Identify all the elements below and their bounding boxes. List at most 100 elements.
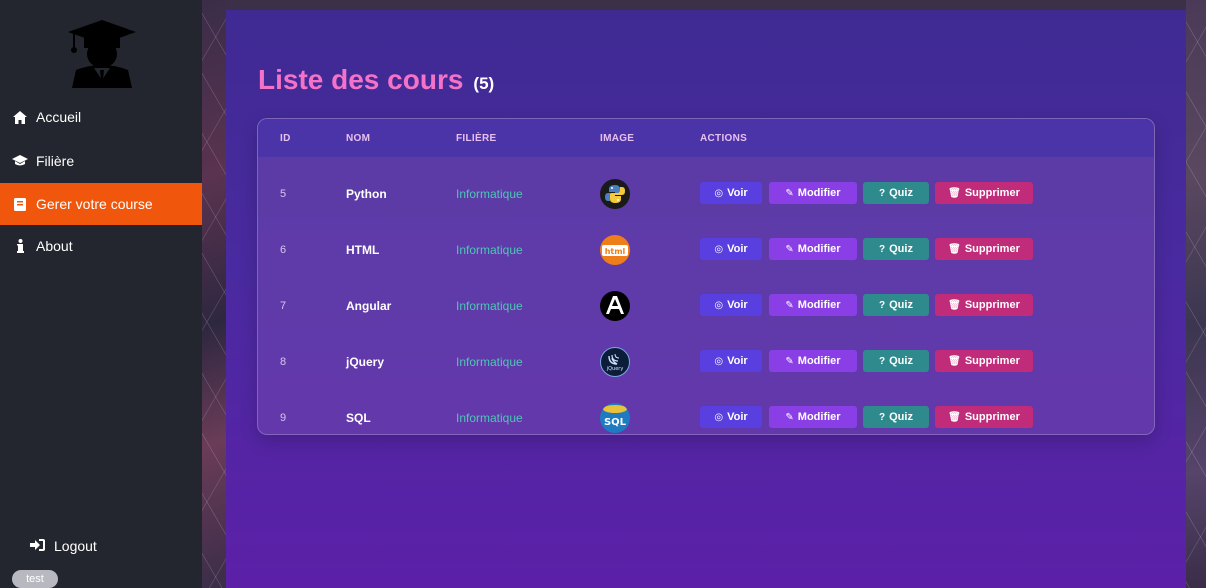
- cell-id: 9: [280, 412, 287, 424]
- eye-icon: ◎: [714, 299, 724, 311]
- table-header: ID NOM FILIÈRE IMAGE ACTIONS: [258, 119, 1154, 157]
- question-icon: ?: [879, 299, 886, 311]
- table-row: 8 jQuery Informatique jQuery ◎ Voir ✎ Modi…: [258, 334, 1154, 390]
- sidebar-item-filiere[interactable]: Filière: [0, 140, 202, 182]
- table-row: 9 SQL Informatique SQL ◎ Voir ✎ Modifier ?…: [258, 390, 1154, 434]
- book-icon: [12, 197, 28, 211]
- edit-icon: ✎: [785, 187, 794, 199]
- jquery-logo-icon: jQuery: [600, 347, 630, 377]
- voir-button[interactable]: ◎ Voir: [700, 238, 762, 260]
- cell-filiere: Informatique: [456, 411, 523, 425]
- sidebar-item-label: About: [36, 238, 73, 254]
- column-header-filiere: FILIÈRE: [456, 133, 497, 144]
- course-count: (5): [473, 74, 495, 93]
- cell-nom: Python: [346, 187, 387, 201]
- graduate-logo-icon: [62, 18, 142, 88]
- cell-filiere: Informatique: [456, 355, 523, 369]
- sidebar: Accueil Filière Gerer votre course About…: [0, 0, 202, 588]
- supprimer-button[interactable]: 🗑 Supprimer: [935, 182, 1033, 204]
- question-icon: ?: [879, 187, 886, 199]
- cell-filiere: Informatique: [456, 187, 523, 201]
- table-row: 7 Angular Informatique ◎ Voir ✎ Modifier ?…: [258, 278, 1154, 334]
- trash-icon: 🗑: [948, 411, 961, 423]
- edit-icon: ✎: [785, 299, 794, 311]
- table-row: 6 HTML Informatique html ◎ Voir ✎ Modifier…: [258, 222, 1154, 278]
- voir-button[interactable]: ◎ Voir: [700, 294, 762, 316]
- voir-button[interactable]: ◎ Voir: [700, 350, 762, 372]
- column-header-id: ID: [280, 133, 291, 144]
- graduation-cap-icon: [12, 154, 28, 168]
- logout-button[interactable]: Logout: [30, 538, 97, 554]
- logout-label: Logout: [54, 538, 97, 554]
- quiz-button[interactable]: ? Quiz: [863, 182, 929, 204]
- eye-icon: ◎: [714, 187, 724, 199]
- main-content: Liste des cours (5) ID NOM FILIÈRE IMAGE…: [226, 10, 1186, 588]
- courses-table: ID NOM FILIÈRE IMAGE ACTIONS 5 Python In…: [257, 118, 1155, 435]
- cell-id: 6: [280, 244, 287, 256]
- background-pattern-top: [202, 0, 1206, 10]
- logout-icon: [30, 539, 46, 553]
- cell-id: 7: [280, 300, 287, 312]
- modifier-button[interactable]: ✎ Modifier: [769, 238, 857, 260]
- sidebar-item-label: Gerer votre course: [36, 196, 153, 212]
- column-header-image: IMAGE: [600, 133, 635, 144]
- svg-text:html: html: [605, 247, 626, 256]
- trash-icon: 🗑: [948, 243, 961, 255]
- cell-filiere: Informatique: [456, 299, 523, 313]
- svg-text:SQL: SQL: [604, 417, 627, 428]
- question-icon: ?: [879, 411, 886, 423]
- modifier-button[interactable]: ✎ Modifier: [769, 406, 857, 428]
- cell-nom: SQL: [346, 411, 371, 425]
- modifier-button[interactable]: ✎ Modifier: [769, 350, 857, 372]
- background-pattern-right: [1186, 0, 1206, 588]
- eye-icon: ◎: [714, 355, 724, 367]
- supprimer-button[interactable]: 🗑 Supprimer: [935, 294, 1033, 316]
- sidebar-item-accueil[interactable]: Accueil: [0, 96, 202, 138]
- sidebar-item-label: Accueil: [36, 109, 82, 125]
- quiz-button[interactable]: ? Quiz: [863, 406, 929, 428]
- trash-icon: 🗑: [948, 299, 961, 311]
- trash-icon: 🗑: [948, 187, 961, 199]
- supprimer-button[interactable]: 🗑 Supprimer: [935, 350, 1033, 372]
- table-row: 5 Python Informatique ◎ Voir ✎ Modifier ? Q…: [258, 166, 1154, 222]
- page-title: Liste des cours (5): [258, 64, 494, 96]
- user-badge: test: [12, 570, 58, 588]
- sidebar-item-label: Filière: [36, 153, 75, 169]
- edit-icon: ✎: [785, 355, 794, 367]
- sql-logo-icon: SQL: [600, 403, 630, 433]
- cell-id: 5: [280, 188, 287, 200]
- question-icon: ?: [879, 243, 886, 255]
- angular-logo-icon: [600, 291, 630, 321]
- supprimer-button[interactable]: 🗑 Supprimer: [935, 406, 1033, 428]
- svg-text:jQuery: jQuery: [606, 366, 624, 372]
- eye-icon: ◎: [714, 243, 724, 255]
- modifier-button[interactable]: ✎ Modifier: [769, 294, 857, 316]
- supprimer-button[interactable]: 🗑 Supprimer: [935, 238, 1033, 260]
- trash-icon: 🗑: [948, 355, 961, 367]
- column-header-nom: NOM: [346, 133, 371, 144]
- quiz-button[interactable]: ? Quiz: [863, 238, 929, 260]
- column-header-actions: ACTIONS: [700, 133, 748, 144]
- cell-filiere: Informatique: [456, 243, 523, 257]
- eye-icon: ◎: [714, 411, 724, 423]
- quiz-button[interactable]: ? Quiz: [863, 350, 929, 372]
- cell-id: 8: [280, 356, 287, 368]
- cell-nom: HTML: [346, 243, 380, 257]
- sidebar-item-gerer-votre-course[interactable]: Gerer votre course: [0, 183, 202, 225]
- modifier-button[interactable]: ✎ Modifier: [769, 182, 857, 204]
- page-title-text: Liste des cours: [258, 64, 464, 95]
- edit-icon: ✎: [785, 243, 794, 255]
- sidebar-item-about[interactable]: About: [0, 225, 202, 267]
- info-icon: [12, 239, 28, 253]
- voir-button[interactable]: ◎ Voir: [700, 406, 762, 428]
- cell-nom: jQuery: [346, 355, 385, 369]
- quiz-button[interactable]: ? Quiz: [863, 294, 929, 316]
- voir-button[interactable]: ◎ Voir: [700, 182, 762, 204]
- question-icon: ?: [879, 355, 886, 367]
- cell-nom: Angular: [346, 299, 392, 313]
- background-pattern-left: [202, 0, 226, 588]
- html-logo-icon: html: [600, 235, 630, 265]
- python-logo-icon: [600, 179, 630, 209]
- home-icon: [12, 110, 28, 124]
- edit-icon: ✎: [785, 411, 794, 423]
